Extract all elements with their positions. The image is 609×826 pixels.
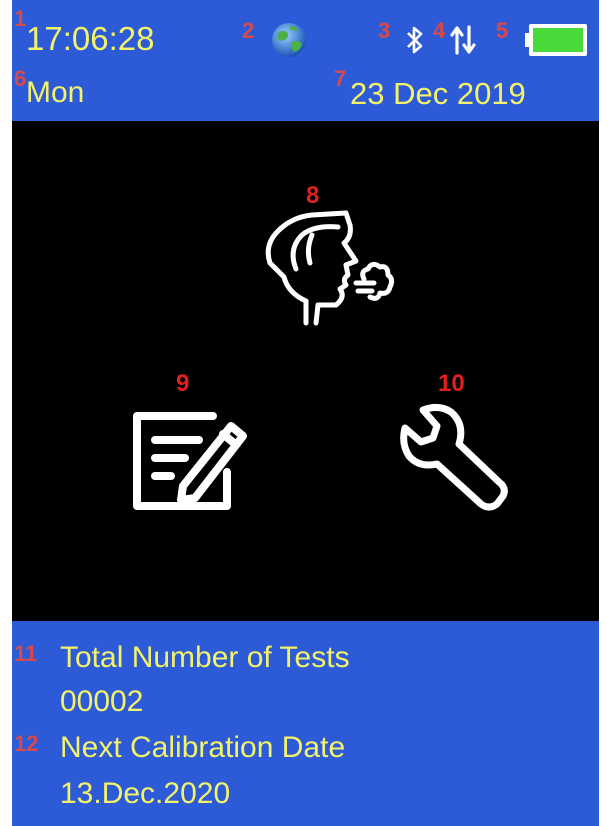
callout-12: 12 <box>14 731 39 756</box>
breath-test-button[interactable] <box>248 205 408 340</box>
wrench-settings-icon <box>400 403 508 511</box>
edit-records-icon <box>133 412 247 510</box>
callout-10: 10 <box>438 370 465 397</box>
globe-icon <box>268 20 310 65</box>
callout-7: 7 <box>334 66 347 91</box>
bluetooth-icon <box>405 24 425 61</box>
total-tests-value: 00002 <box>60 685 144 718</box>
battery-icon <box>524 22 590 63</box>
records-button[interactable] <box>127 402 247 522</box>
next-calibration-label: Next Calibration Date <box>60 731 346 764</box>
breath-test-icon <box>265 210 395 326</box>
day-of-week: Mon <box>26 76 85 109</box>
current-date: 23 Dec 2019 <box>350 76 526 111</box>
status-bar: 1 17:06:28 2 3 4 5 6 Mon 7 23 Dec 2019 <box>12 0 599 121</box>
callout-3: 3 <box>378 18 391 43</box>
info-panel: 11 Total Number of Tests 00002 12 Next C… <box>12 621 599 826</box>
callout-11: 11 <box>14 641 38 666</box>
data-transfer-icon <box>449 24 477 61</box>
settings-button[interactable] <box>397 400 517 520</box>
device-screen: 1 17:06:28 2 3 4 5 6 Mon 7 23 Dec 2019 8… <box>12 0 599 826</box>
callout-9: 9 <box>176 370 190 397</box>
callout-4: 4 <box>433 18 446 43</box>
total-tests-label: Total Number of Tests <box>60 641 350 674</box>
callout-5: 5 <box>496 18 509 43</box>
clock-time: 17:06:28 <box>26 20 155 57</box>
next-calibration-value: 13.Dec.2020 <box>60 777 231 810</box>
callout-6: 6 <box>14 66 27 91</box>
callout-1: 1 <box>14 6 27 31</box>
callout-2: 2 <box>242 18 255 43</box>
